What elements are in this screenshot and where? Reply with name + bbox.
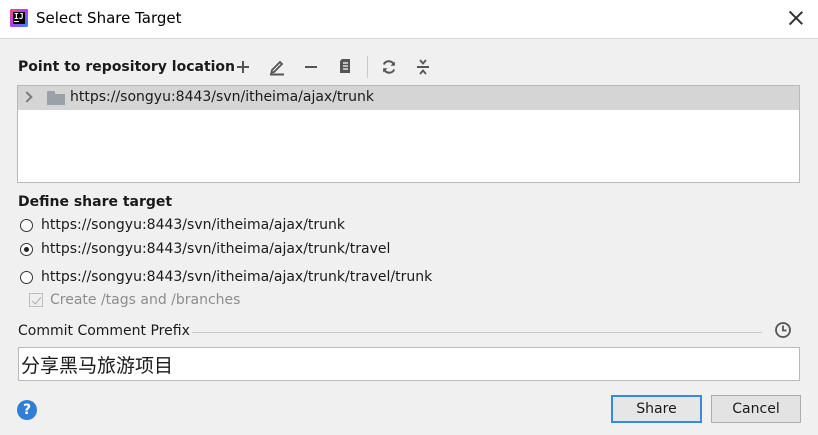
browse-icon[interactable] bbox=[334, 56, 356, 78]
repository-location-label: Point to repository location bbox=[18, 59, 236, 75]
add-icon[interactable] bbox=[232, 56, 254, 78]
chevron-right-icon[interactable] bbox=[21, 91, 33, 103]
radio-trunk-travel-trunk[interactable] bbox=[20, 271, 33, 284]
close-icon[interactable] bbox=[786, 8, 806, 28]
repository-tree-row[interactable]: https://songyu:8443/svn/itheima/ajax/tru… bbox=[18, 86, 799, 110]
refresh-icon[interactable] bbox=[378, 56, 400, 78]
toolbar-separator bbox=[367, 56, 368, 78]
radio-trunk-travel[interactable] bbox=[20, 243, 33, 256]
repository-tree[interactable]: https://songyu:8443/svn/itheima/ajax/tru… bbox=[17, 85, 800, 183]
edit-icon[interactable] bbox=[266, 56, 288, 78]
collapse-icon[interactable] bbox=[412, 56, 434, 78]
help-icon[interactable]: ? bbox=[17, 400, 37, 420]
create-tags-checkbox[interactable] bbox=[29, 293, 43, 307]
cancel-button[interactable]: Cancel bbox=[711, 395, 801, 423]
history-icon[interactable] bbox=[774, 321, 792, 339]
share-target-label: Define share target bbox=[18, 194, 173, 210]
radio-trunk-label[interactable]: https://songyu:8443/svn/itheima/ajax/tru… bbox=[41, 217, 345, 233]
remove-icon[interactable] bbox=[300, 56, 322, 78]
commit-prefix-input[interactable]: 分享黑马旅游项目 bbox=[18, 347, 800, 381]
share-button[interactable]: Share bbox=[611, 395, 702, 423]
radio-trunk-travel-trunk-label[interactable]: https://songyu:8443/svn/itheima/ajax/tru… bbox=[41, 269, 432, 285]
intellij-app-icon: IJ bbox=[10, 9, 28, 27]
repository-url: https://songyu:8443/svn/itheima/ajax/tru… bbox=[70, 89, 375, 105]
window-title: Select Share Target bbox=[36, 9, 182, 27]
commit-prefix-label: Commit Comment Prefix bbox=[18, 323, 190, 339]
radio-trunk[interactable] bbox=[20, 219, 33, 232]
divider bbox=[192, 332, 762, 333]
title-bar: IJ Select Share Target bbox=[0, 0, 818, 39]
radio-trunk-travel-label[interactable]: https://songyu:8443/svn/itheima/ajax/tru… bbox=[41, 241, 390, 257]
create-tags-label: Create /tags and /branches bbox=[50, 292, 241, 308]
folder-icon bbox=[47, 91, 65, 105]
